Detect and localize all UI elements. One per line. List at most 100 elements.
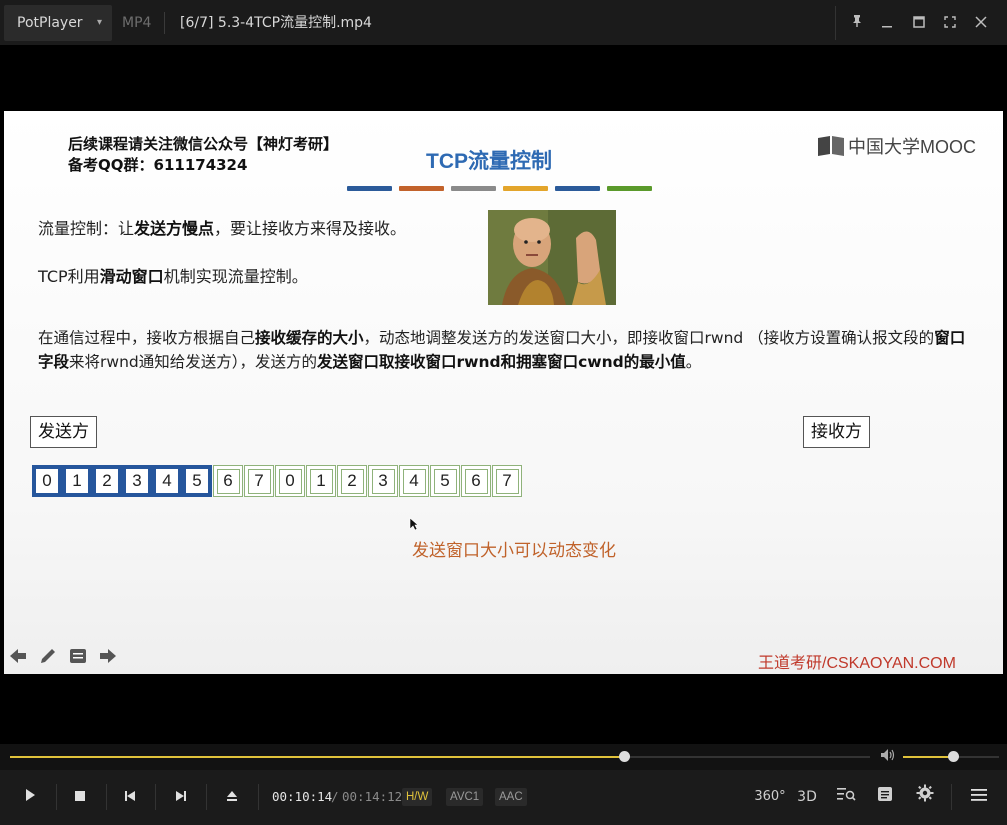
format-label: MP4	[122, 15, 152, 31]
3d-button[interactable]: 3D	[791, 782, 823, 812]
sequence-number: 4	[402, 468, 426, 494]
video-codec-badge[interactable]: AVC1	[446, 788, 484, 806]
para-bold-buffer: 接收缓存的大小	[255, 329, 364, 347]
time-separator: /	[331, 789, 339, 804]
pin-icon[interactable]	[842, 8, 872, 38]
hw-accel-badge[interactable]: H/W	[402, 788, 433, 806]
previous-icon[interactable]	[114, 782, 146, 812]
window-cell: 0	[32, 465, 62, 497]
color-bar-segment	[503, 186, 548, 191]
divider	[206, 784, 207, 810]
window-cell: 3	[122, 465, 152, 497]
brand-name: 中国大学MOOC	[848, 137, 976, 157]
sender-box: 发送方	[30, 416, 97, 448]
divider	[835, 6, 836, 40]
sequence-number: 3	[126, 469, 148, 493]
sequence-cell: 3	[368, 465, 398, 497]
mechanism-bold: 滑动窗口	[99, 267, 164, 286]
arrow-left-icon[interactable]	[8, 648, 28, 669]
sequence-number: 6	[216, 468, 240, 494]
sequence-number: 2	[340, 468, 364, 494]
slide-nav	[8, 647, 118, 670]
sequence-number: 2	[96, 469, 118, 493]
hamburger-menu-icon[interactable]	[963, 782, 995, 812]
stop-icon[interactable]	[64, 782, 96, 812]
seek-handle[interactable]	[619, 751, 631, 762]
search-list-icon[interactable]	[830, 782, 862, 812]
volume-level	[903, 756, 953, 758]
chevron-down-icon: ▾	[96, 17, 102, 28]
promo-line-2: 备考QQ群：611174324	[68, 156, 248, 174]
sequence-number: 5	[433, 468, 457, 494]
volume-handle[interactable]	[947, 751, 959, 762]
seek-progress	[10, 756, 625, 758]
sequence-number: 4	[156, 469, 178, 493]
sequence-cell: 7	[244, 465, 274, 497]
sequence-cell: 4	[399, 465, 429, 497]
playlist-icon[interactable]	[869, 782, 901, 812]
sequence-window-row: 0123456701234567	[32, 465, 522, 497]
app-menu-button[interactable]: PotPlayer ▾	[4, 5, 112, 41]
fullscreen-icon[interactable]	[935, 8, 965, 38]
para-part-g: 。	[685, 353, 702, 371]
book-icon	[817, 135, 845, 157]
window-title: [6/7] 5.3-4TCP流量控制.mp4	[180, 15, 372, 31]
seek-bar[interactable]	[10, 756, 870, 758]
eject-icon[interactable]	[216, 782, 248, 812]
audio-codec-badge[interactable]: AAC	[495, 788, 527, 806]
divider	[951, 784, 952, 810]
play-icon[interactable]	[14, 782, 46, 812]
definition-post: ，要让接收方来得及接收。	[214, 219, 407, 238]
definition-line: 流量控制：让发送方慢点，要让接收方来得及接收。	[38, 215, 406, 239]
sequence-cell: 6	[461, 465, 491, 497]
mechanism-line: TCP利用滑动窗口机制实现流量控制。	[38, 263, 308, 287]
sequence-number: 0	[278, 468, 302, 494]
title-bar: PotPlayer ▾ MP4 [6/7] 5.3-4TCP流量控制.mp4	[0, 0, 1007, 45]
sequence-cell: 5	[430, 465, 460, 497]
sequence-number: 1	[66, 469, 88, 493]
promo-line-1: 后续课程请关注微信公众号【神灯考研】	[68, 135, 339, 153]
mechanism-post: 机制实现流量控制。	[163, 267, 308, 286]
menu-icon[interactable]	[68, 648, 88, 669]
video-frame[interactable]: 后续课程请关注微信公众号【神灯考研】 备考QQ群：611174324 TCP流量…	[4, 111, 1003, 674]
window-cell: 4	[152, 465, 182, 497]
window-cell: 5	[182, 465, 212, 497]
maximize-icon[interactable]	[904, 8, 934, 38]
vr-360-button[interactable]: 360°	[754, 782, 786, 812]
sequence-number: 7	[495, 468, 519, 494]
elapsed-time: 00:10:14	[272, 789, 333, 804]
next-icon[interactable]	[165, 782, 197, 812]
monk-photo	[488, 210, 616, 305]
watermark: 王道考研/CSKAOYAN.COM	[758, 655, 956, 672]
sequence-cell: 1	[306, 465, 336, 497]
color-bar-segment	[451, 186, 496, 191]
minimize-icon[interactable]	[872, 8, 902, 38]
sequence-number: 0	[36, 469, 58, 493]
para-part-c: ，动态地调整发送方的发送窗口大小，即接收窗口rwnd （接收方设置确认报文段的	[363, 329, 935, 347]
title-color-bar	[347, 186, 652, 192]
divider	[56, 784, 57, 810]
sequence-cell: 7	[492, 465, 522, 497]
mooc-logo: 中国大学MOOC	[817, 133, 976, 159]
color-bar-segment	[347, 186, 392, 191]
definition-pre: 流量控制：让	[38, 219, 135, 238]
definition-bold: 发送方慢点	[134, 219, 215, 238]
receiver-box: 接收方	[803, 416, 870, 448]
pen-icon[interactable]	[38, 647, 58, 670]
sequence-cell: 2	[337, 465, 367, 497]
color-bar-segment	[555, 186, 600, 191]
gear-icon[interactable]	[909, 782, 941, 812]
sequence-number: 5	[186, 469, 208, 493]
control-bar: 00:10:14 / 00:14:12 H/W AVC1 AAC 360° 3D	[0, 770, 1007, 825]
mouse-cursor-icon	[409, 517, 419, 535]
explanation-paragraph: 在通信过程中，接收方根据自己接收缓存的大小，动态地调整发送方的发送窗口大小，即接…	[38, 326, 973, 374]
para-part-e: 来将rwnd通知给发送方），发送方的	[69, 353, 317, 371]
volume-icon[interactable]	[880, 748, 896, 766]
app-name: PotPlayer	[17, 15, 83, 31]
close-icon[interactable]	[966, 8, 996, 38]
sequence-number: 7	[247, 468, 271, 494]
arrow-right-icon[interactable]	[98, 648, 118, 669]
sequence-cell: 0	[275, 465, 305, 497]
divider	[155, 784, 156, 810]
sequence-number: 3	[371, 468, 395, 494]
